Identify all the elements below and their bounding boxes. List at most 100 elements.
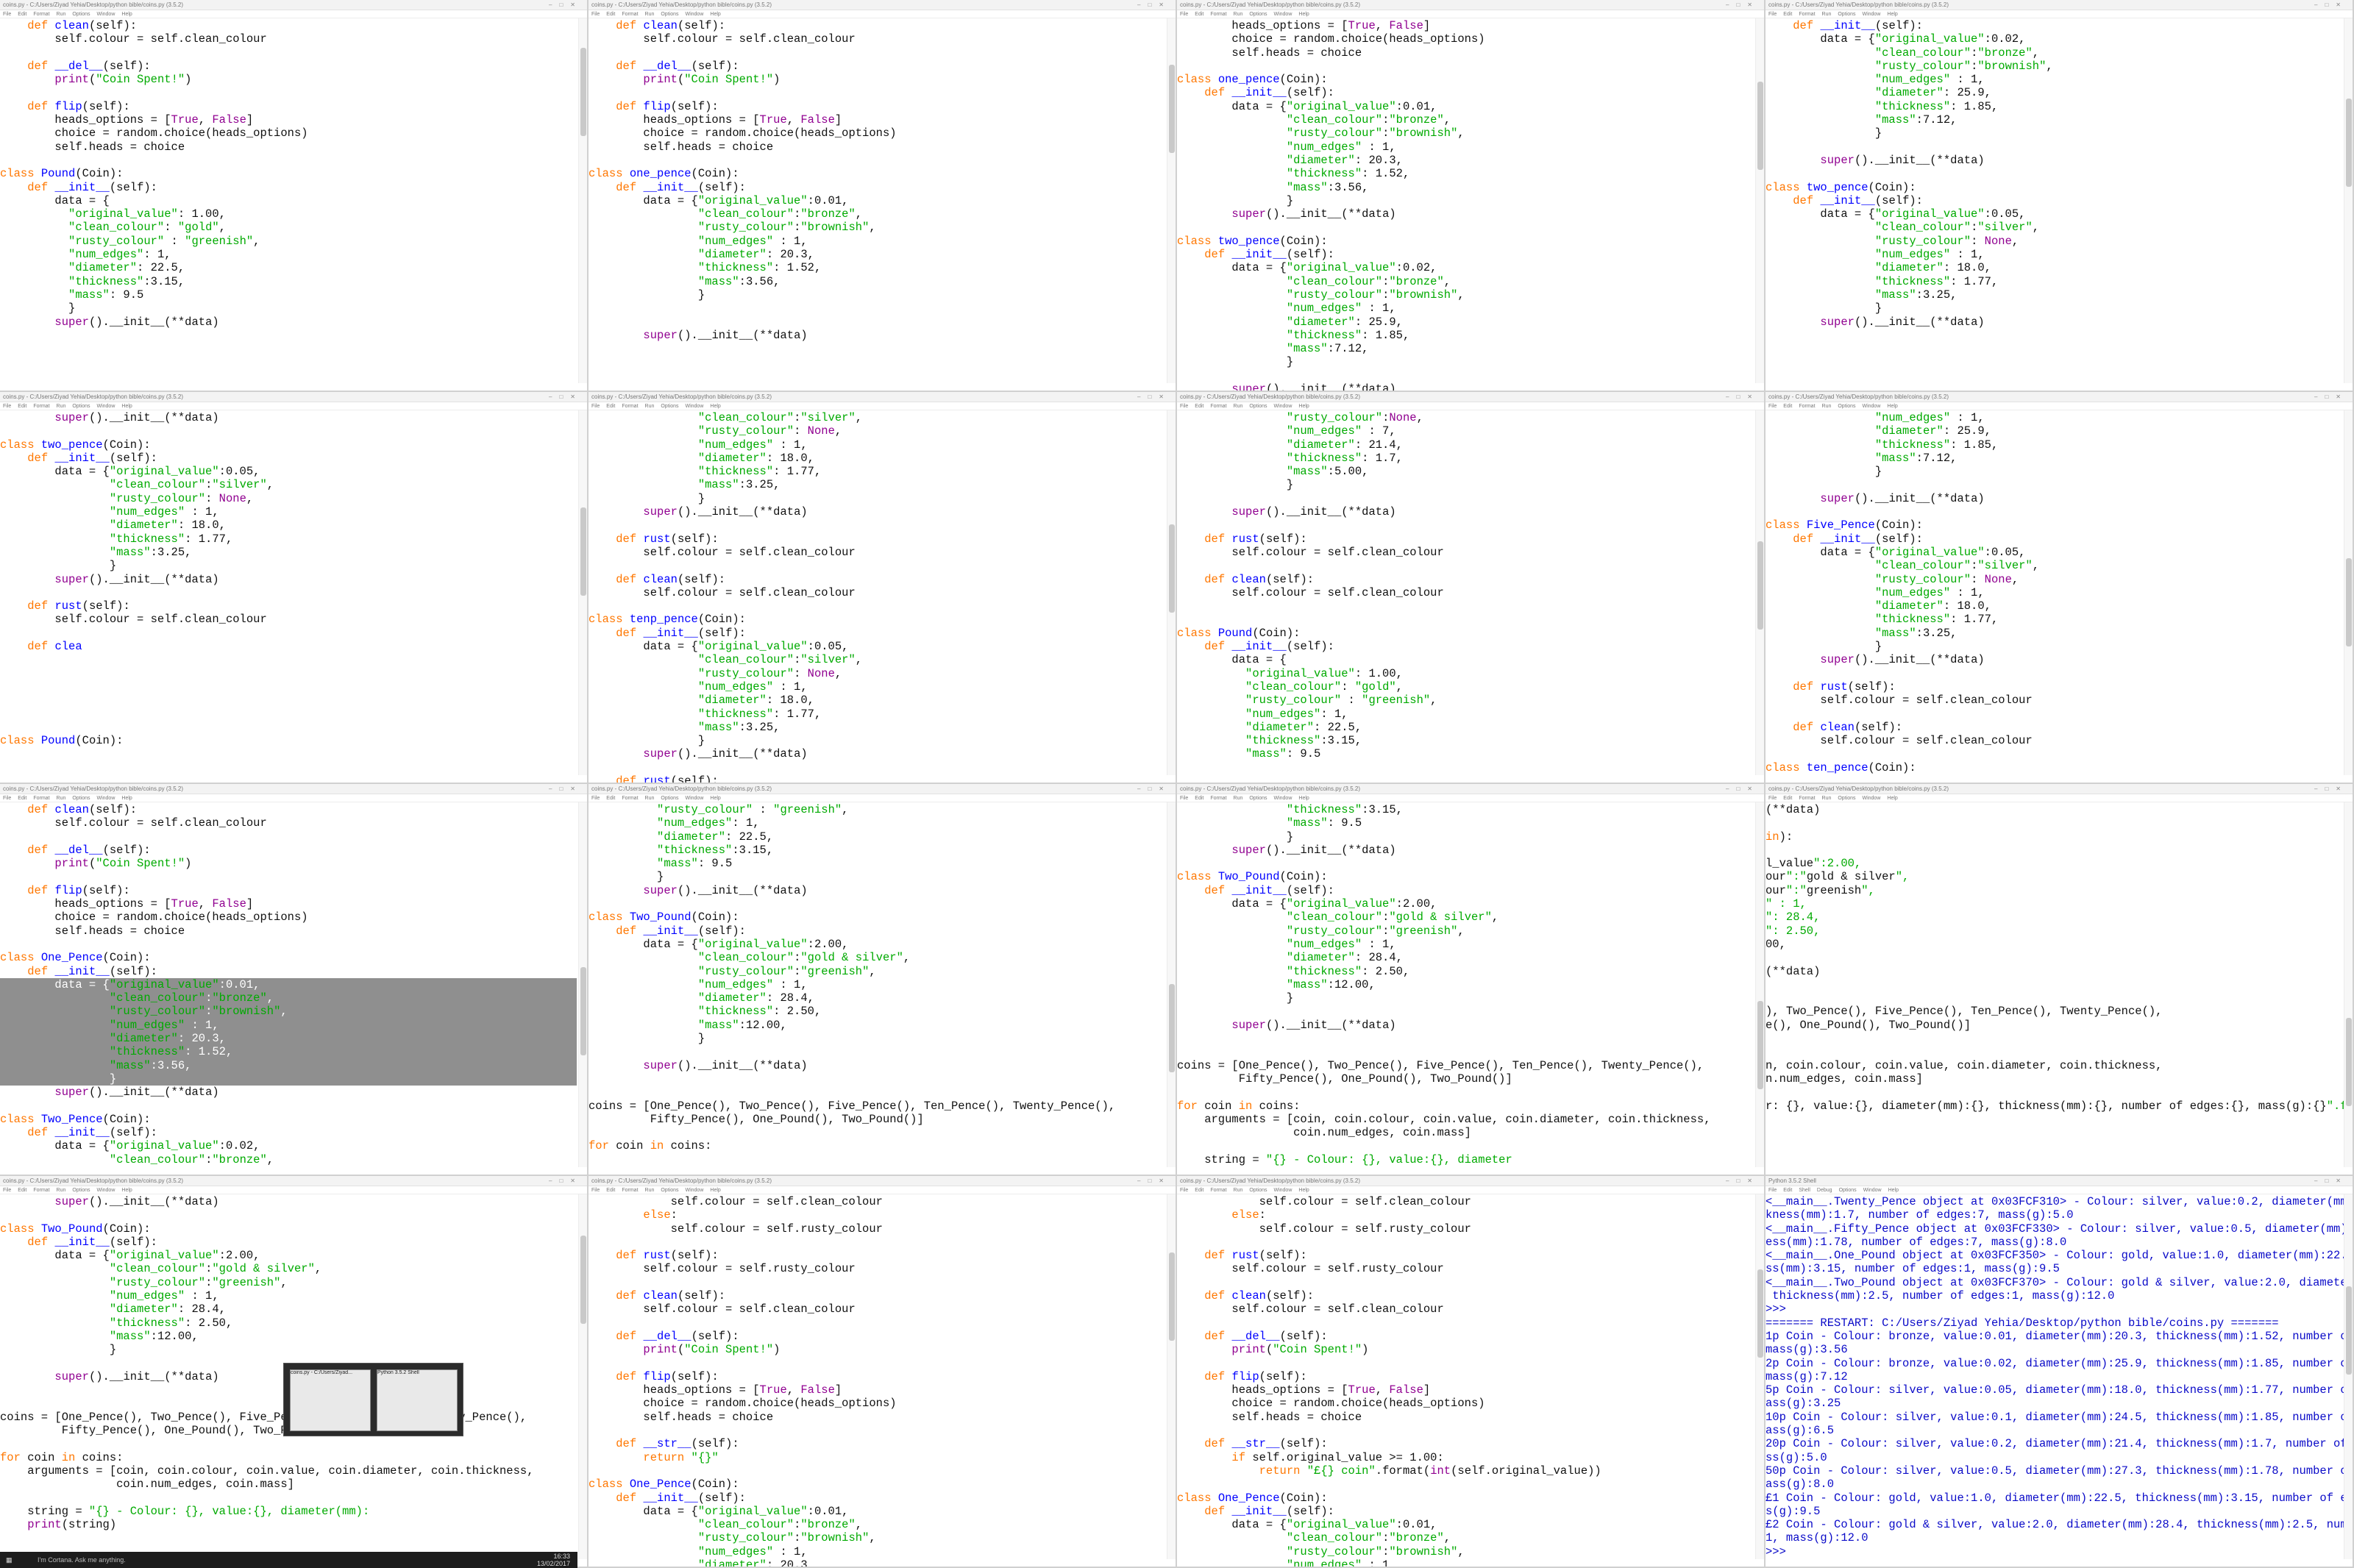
- window-titlebar[interactable]: coins.py - C:/Users/Ziyad Yehia/Desktop/…: [0, 0, 587, 10]
- window-controls[interactable]: –□✕: [549, 0, 583, 10]
- menu-item-edit[interactable]: Edit: [1195, 796, 1203, 801]
- idle-window-r2c3[interactable]: coins.py - C:/Users/Ziyad Yehia/Desktop/…: [1177, 392, 1766, 784]
- window-controls[interactable]: –□✕: [549, 1176, 583, 1186]
- menu-item-help[interactable]: Help: [1887, 796, 1897, 801]
- idle-window-r4c4[interactable]: Python 3.5.2 Shell –□✕ File Edit Shell Debug O…: [1766, 1176, 2354, 1568]
- vertical-scrollbar[interactable]: [578, 410, 587, 775]
- window-titlebar[interactable]: coins.py - C:/Users/Ziyad Yehia/Desktop/…: [0, 1176, 587, 1186]
- menu-item-run[interactable]: Run: [645, 404, 655, 409]
- menu-item-help[interactable]: Help: [710, 12, 720, 17]
- menu-item-window[interactable]: Window: [685, 404, 703, 409]
- vertical-scrollbar[interactable]: [1755, 410, 1764, 775]
- vertical-scrollbar[interactable]: [1755, 802, 1764, 1167]
- window-controls[interactable]: –□✕: [2314, 1176, 2348, 1186]
- window-controls[interactable]: –□✕: [1726, 392, 1760, 402]
- menu-item-window[interactable]: Window: [96, 1188, 115, 1193]
- scrollbar-thumb[interactable]: [580, 48, 586, 136]
- window-controls[interactable]: –□✕: [1726, 0, 1760, 10]
- menu-item-edit[interactable]: Edit: [606, 796, 615, 801]
- menu-item-format[interactable]: Format: [33, 796, 49, 801]
- code-editor[interactable]: "clean_colour":"silver", "rusty_colour":…: [588, 411, 1165, 783]
- menu-item-file[interactable]: File: [1180, 12, 1188, 17]
- menu-item-window[interactable]: Window: [1862, 12, 1880, 17]
- menu-item-format[interactable]: Format: [33, 404, 49, 409]
- scrollbar-thumb[interactable]: [1169, 984, 1175, 1072]
- window-controls[interactable]: –□✕: [1137, 392, 1171, 402]
- idle-window-r4c3[interactable]: coins.py - C:/Users/Ziyad Yehia/Desktop/…: [1177, 1176, 1766, 1568]
- menu-item-run[interactable]: Run: [57, 796, 66, 801]
- idle-window-r3c3[interactable]: coins.py - C:/Users/Ziyad Yehia/Desktop/…: [1177, 784, 1766, 1176]
- menu-item-run[interactable]: Run: [1234, 404, 1243, 409]
- menu-item-help[interactable]: Help: [710, 404, 720, 409]
- menu-item-file[interactable]: File: [3, 404, 11, 409]
- menu-item-format[interactable]: Format: [1210, 12, 1226, 17]
- menu-item-format[interactable]: Format: [622, 12, 638, 17]
- vertical-scrollbar[interactable]: [1167, 802, 1176, 1167]
- start-icon[interactable]: ▦: [6, 1556, 13, 1564]
- code-editor[interactable]: "thickness":3.15, "mass": 9.5 } super().…: [1177, 803, 1754, 1166]
- window-controls[interactable]: –□✕: [1137, 0, 1171, 10]
- shell-output[interactable]: <__main__.Twenty_Pence object at 0x03FCF…: [1766, 1195, 2353, 1558]
- window-controls[interactable]: –□✕: [2314, 392, 2348, 402]
- code-editor[interactable]: (**data) in): l_value":2.00, our":"gold & s…: [1766, 803, 2353, 1113]
- menu-item-file[interactable]: File: [1180, 1188, 1188, 1193]
- menu-item-format[interactable]: Format: [1799, 404, 1815, 409]
- window-titlebar[interactable]: coins.py - C:/Users/Ziyad Yehia/Desktop/…: [588, 392, 1176, 402]
- menu-item-run[interactable]: Run: [645, 796, 655, 801]
- menu-item-format[interactable]: Format: [622, 796, 638, 801]
- menu-item-run[interactable]: Run: [57, 404, 66, 409]
- menu-item-run[interactable]: Run: [1234, 1188, 1243, 1193]
- menu-item-run[interactable]: Run: [1234, 12, 1243, 17]
- idle-window-r3c2[interactable]: coins.py - C:/Users/Ziyad Yehia/Desktop/…: [588, 784, 1177, 1176]
- idle-window-r4c2[interactable]: coins.py - C:/Users/Ziyad Yehia/Desktop/…: [588, 1176, 1177, 1568]
- code-editor[interactable]: heads_options = [True, False] choice = r…: [1177, 19, 1754, 391]
- vertical-scrollbar[interactable]: [1755, 18, 1764, 383]
- window-titlebar[interactable]: coins.py - C:/Users/Ziyad Yehia/Desktop/…: [588, 784, 1176, 794]
- menu-item-window[interactable]: Window: [1273, 796, 1292, 801]
- menu-item-window[interactable]: Window: [1862, 404, 1880, 409]
- scrollbar-thumb[interactable]: [2346, 1018, 2352, 1106]
- menu-item-file[interactable]: File: [3, 12, 11, 17]
- menu-item-options[interactable]: Options: [1249, 796, 1267, 801]
- menu-item-file[interactable]: File: [1768, 12, 1777, 17]
- vertical-scrollbar[interactable]: [578, 18, 587, 383]
- window-controls[interactable]: –□✕: [1726, 784, 1760, 794]
- vertical-scrollbar[interactable]: [2344, 1194, 2353, 1559]
- window-controls[interactable]: –□✕: [1137, 1176, 1171, 1186]
- scrollbar-thumb[interactable]: [1169, 1252, 1175, 1341]
- window-titlebar[interactable]: coins.py - C:/Users/Ziyad Yehia/Desktop/…: [1177, 0, 1764, 10]
- menu-item-help[interactable]: Help: [1298, 1188, 1309, 1193]
- menu-item-format[interactable]: Format: [622, 1188, 638, 1193]
- idle-window-r1c4[interactable]: coins.py - C:/Users/Ziyad Yehia/Desktop/…: [1766, 0, 2354, 392]
- menu-item-file[interactable]: File: [1768, 1188, 1777, 1193]
- menu-item-file[interactable]: File: [3, 1188, 11, 1193]
- scrollbar-thumb[interactable]: [2346, 558, 2352, 646]
- window-titlebar[interactable]: coins.py - C:/Users/Ziyad Yehia/Desktop/…: [0, 784, 587, 794]
- menu-item-file[interactable]: File: [591, 404, 600, 409]
- vertical-scrollbar[interactable]: [1167, 18, 1176, 383]
- menu-item-help[interactable]: Help: [121, 1188, 132, 1193]
- menu-item-file[interactable]: File: [591, 796, 600, 801]
- menu-item-help[interactable]: Help: [1888, 1188, 1899, 1193]
- window-controls[interactable]: –□✕: [1137, 784, 1171, 794]
- menu-item-run[interactable]: Run: [57, 12, 66, 17]
- menu-item-window[interactable]: Window: [96, 12, 115, 17]
- menu-item-format[interactable]: Format: [622, 404, 638, 409]
- window-titlebar[interactable]: coins.py - C:/Users/Ziyad Yehia/Desktop/…: [1177, 392, 1764, 402]
- menu-item-help[interactable]: Help: [1298, 12, 1309, 17]
- code-editor[interactable]: def clean(self): self.colour = self.clea…: [0, 19, 577, 329]
- vertical-scrollbar[interactable]: [1167, 410, 1176, 775]
- menu-item-help[interactable]: Help: [710, 1188, 720, 1193]
- menu-item-options[interactable]: Options: [1249, 404, 1267, 409]
- menu-item-edit[interactable]: Edit: [1195, 12, 1203, 17]
- menu-item-options[interactable]: Options: [661, 1188, 678, 1193]
- menu-item-options[interactable]: Options: [661, 12, 678, 17]
- menu-item-window[interactable]: Window: [685, 1188, 703, 1193]
- menu-item-run[interactable]: Run: [1234, 796, 1243, 801]
- menu-item-edit[interactable]: Edit: [1783, 404, 1792, 409]
- scrollbar-thumb[interactable]: [1169, 65, 1175, 153]
- menu-item-options[interactable]: Options: [1838, 404, 1855, 409]
- menu-item-window[interactable]: Window: [1273, 1188, 1292, 1193]
- menu-item-options[interactable]: Options: [1838, 12, 1855, 17]
- menu-item-format[interactable]: Format: [33, 12, 49, 17]
